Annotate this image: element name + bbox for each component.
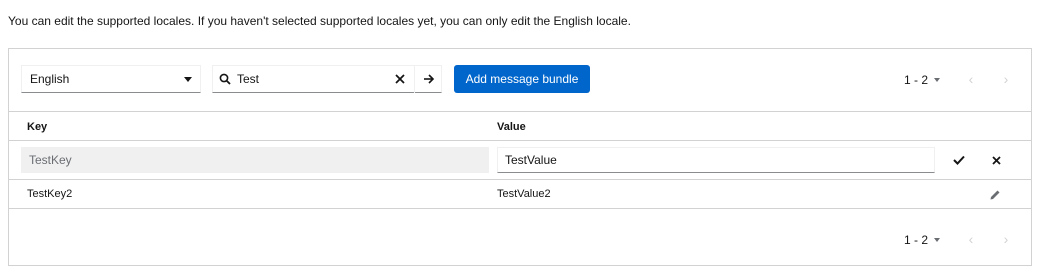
caret-down-icon xyxy=(934,78,941,82)
row-key: TestKey2 xyxy=(27,188,73,200)
angle-left-icon[interactable]: ‹ xyxy=(961,229,981,249)
value-field[interactable] xyxy=(497,147,935,173)
angle-right-icon[interactable]: › xyxy=(996,229,1016,249)
check-icon[interactable] xyxy=(947,148,971,172)
caret-down-icon xyxy=(184,76,192,82)
angle-left-icon[interactable]: ‹ xyxy=(961,69,981,89)
pagination-range: 1 - 2 xyxy=(904,73,929,87)
column-header-value: Value xyxy=(497,121,526,133)
message-bundle-panel: English Add message bundle 1 - 2 ‹ › Key… xyxy=(8,48,1032,266)
arrow-right-icon[interactable] xyxy=(414,65,442,93)
caret-down-icon xyxy=(934,238,941,242)
locale-select-value: English xyxy=(30,72,70,86)
search-icon xyxy=(213,73,237,85)
table-header: Key Value xyxy=(9,111,1031,141)
times-icon[interactable] xyxy=(984,148,1008,172)
column-header-key: Key xyxy=(27,121,48,133)
pencil-icon[interactable] xyxy=(983,183,1007,207)
clear-icon[interactable] xyxy=(387,66,413,92)
add-message-bundle-button[interactable]: Add message bundle xyxy=(454,65,590,93)
row-value: TestValue2 xyxy=(497,188,551,200)
locale-select[interactable]: English xyxy=(21,65,201,93)
search-input[interactable] xyxy=(237,67,387,91)
table-row-editing xyxy=(9,141,1031,180)
pagination-toggle[interactable]: 1 - 2 xyxy=(904,73,941,87)
table-row: TestKey2 TestValue2 xyxy=(9,180,1031,209)
pagination-toggle[interactable]: 1 - 2 xyxy=(904,233,941,247)
angle-right-icon[interactable]: › xyxy=(996,69,1016,89)
intro-text: You can edit the supported locales. If y… xyxy=(8,14,631,28)
search-box xyxy=(212,65,442,93)
key-field xyxy=(21,147,489,173)
pagination-range: 1 - 2 xyxy=(904,233,929,247)
